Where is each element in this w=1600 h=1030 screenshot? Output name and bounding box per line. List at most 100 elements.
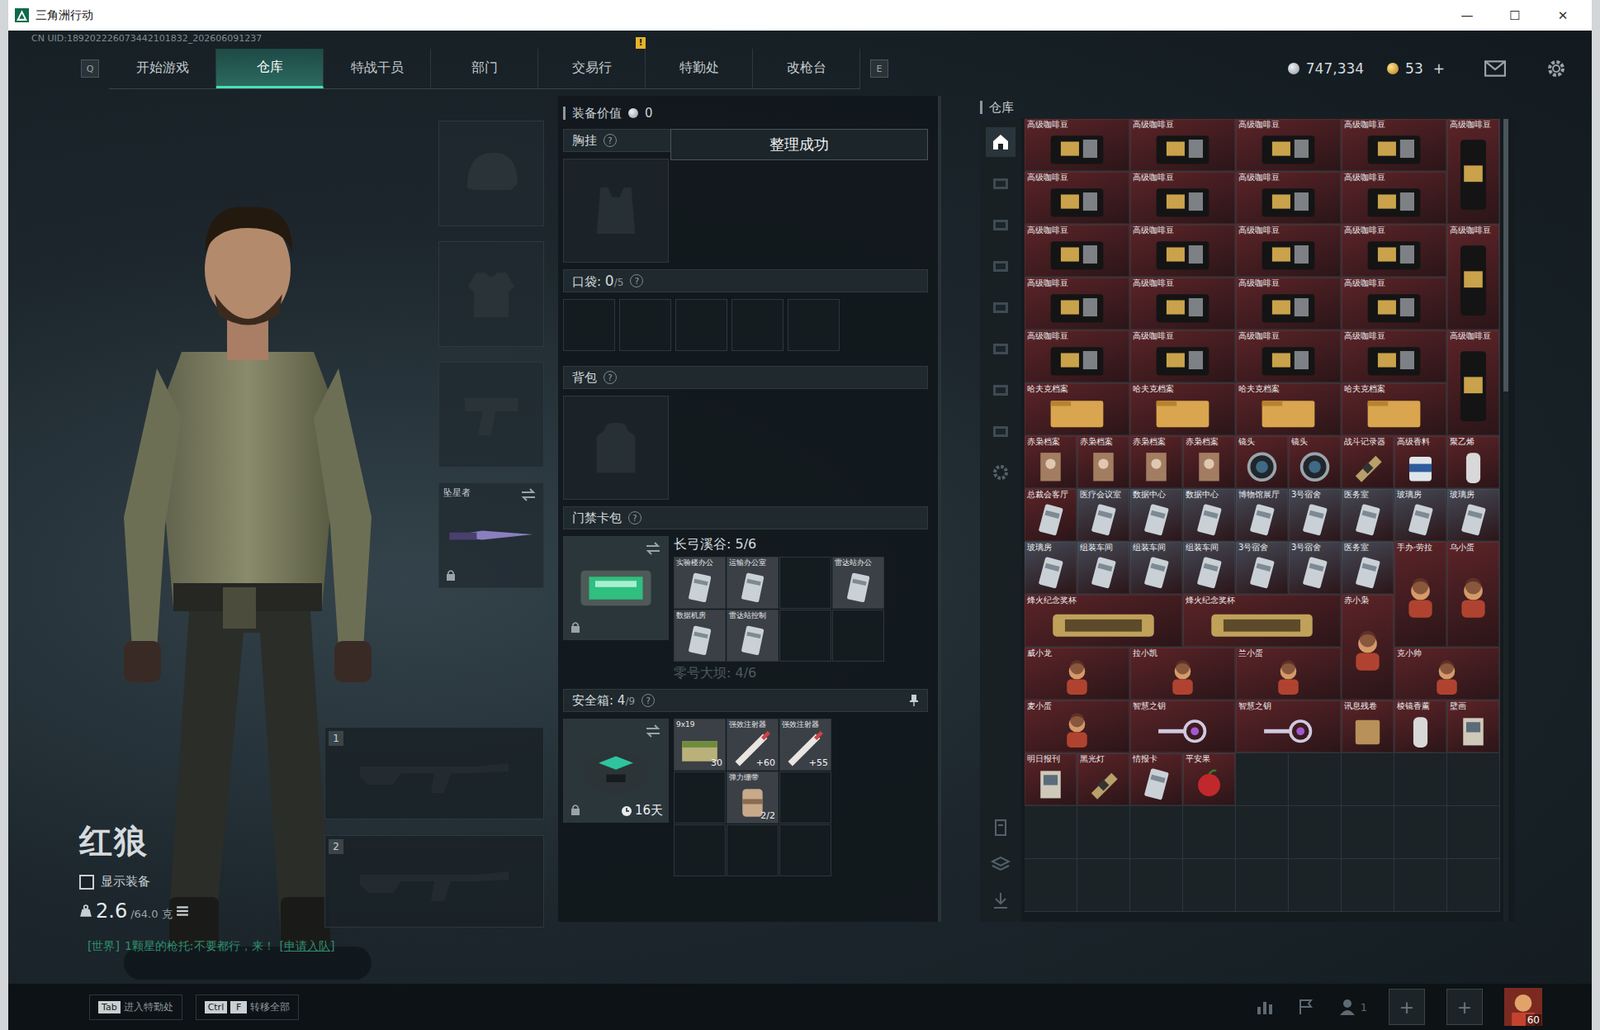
- melee-slot[interactable]: 坠星者: [438, 482, 545, 588]
- warehouse-item[interactable]: 赤枭档案: [1077, 435, 1130, 488]
- warehouse-item[interactable]: 手办·劳拉: [1394, 541, 1447, 647]
- warehouse-item[interactable]: 兰小蛋: [1235, 647, 1341, 700]
- armor-slot[interactable]: [438, 241, 545, 347]
- keycard-slot[interactable]: [779, 609, 832, 662]
- pocket-slot[interactable]: [731, 298, 784, 351]
- warehouse-tab[interactable]: [985, 127, 1016, 157]
- warehouse-item[interactable]: 3号宿舍: [1288, 541, 1341, 594]
- warehouse-item[interactable]: 玻璃房: [1447, 488, 1500, 541]
- warehouse-tab[interactable]: [985, 292, 1016, 322]
- warehouse-tab[interactable]: [985, 416, 1016, 446]
- helmet-slot[interactable]: [438, 120, 545, 227]
- warehouse-item[interactable]: 高级咖啡豆: [1024, 224, 1130, 277]
- warehouse-item[interactable]: 赤枭档案: [1130, 435, 1183, 488]
- layers-icon[interactable]: [990, 853, 1011, 874]
- list-icon[interactable]: [175, 904, 190, 918]
- warehouse-item[interactable]: 高级香料: [1394, 435, 1447, 488]
- safe-slot[interactable]: [779, 771, 832, 824]
- window-control-button[interactable]: ☐: [1491, 8, 1539, 24]
- window-control-button[interactable]: —: [1443, 8, 1492, 24]
- safe-slot[interactable]: [673, 823, 726, 876]
- gear-icon[interactable]: [1545, 58, 1567, 79]
- warehouse-item[interactable]: 高级咖啡豆: [1341, 118, 1447, 171]
- safe-item[interactable]: 强效注射器 +55: [779, 718, 832, 771]
- warehouse-item[interactable]: 高级咖啡豆: [1024, 118, 1130, 171]
- keycard-item[interactable]: 雷达站办公: [832, 556, 885, 609]
- warehouse-item[interactable]: 高级咖啡豆: [1130, 118, 1236, 171]
- invite-slot[interactable]: +: [1388, 988, 1425, 1025]
- pistol-slot[interactable]: [438, 361, 545, 468]
- warehouse-item[interactable]: 医务室: [1341, 488, 1394, 541]
- warehouse-item[interactable]: 3号宿舍: [1235, 541, 1288, 594]
- warehouse-item[interactable]: 聚乙烯: [1447, 435, 1500, 488]
- swap-icon[interactable]: [644, 724, 662, 738]
- nav-tab[interactable]: 开始游戏: [108, 48, 217, 89]
- warehouse-item[interactable]: 棱镜香薰: [1394, 700, 1447, 753]
- chest-rig-slot[interactable]: [563, 158, 669, 263]
- warehouse-item[interactable]: 高级咖啡豆: [1341, 224, 1447, 277]
- warehouse-item[interactable]: 哈夫克档案: [1341, 383, 1447, 436]
- warehouse-item[interactable]: 医务室: [1341, 541, 1394, 594]
- nav-tab[interactable]: 改枪台: [752, 48, 861, 89]
- squad-count[interactable]: 1: [1337, 996, 1368, 1017]
- warehouse-item[interactable]: 高级咖啡豆: [1235, 330, 1341, 383]
- help-button[interactable]: ?: [603, 370, 617, 384]
- warehouse-item[interactable]: 赤枭档案: [1183, 435, 1236, 488]
- nav-tab[interactable]: 特勤处 !: [645, 48, 753, 89]
- warehouse-item[interactable]: 组装车间: [1077, 541, 1130, 594]
- weapon-slot[interactable]: 1: [324, 726, 545, 819]
- warehouse-scrollbar[interactable]: [1503, 118, 1509, 922]
- warehouse-item[interactable]: 赤枭档案: [1024, 435, 1077, 488]
- pocket-slot[interactable]: [675, 298, 728, 351]
- keycard-holder-slot[interactable]: [563, 535, 669, 640]
- warehouse-item[interactable]: 高级咖啡豆: [1024, 330, 1130, 383]
- warehouse-item[interactable]: 组装车间: [1130, 541, 1183, 594]
- warehouse-item[interactable]: 高级咖啡豆: [1447, 224, 1500, 330]
- warehouse-tab[interactable]: [985, 168, 1016, 199]
- add-bond-button[interactable]: +: [1433, 60, 1445, 77]
- warehouse-item[interactable]: 智慧之钥: [1130, 700, 1236, 753]
- safe-item[interactable]: 强效注射器 +60: [726, 718, 779, 771]
- player-avatar[interactable]: 60: [1504, 987, 1543, 1026]
- warehouse-item[interactable]: 威小龙: [1024, 647, 1130, 700]
- world-chat-line[interactable]: [世界] 1颗星的枪托:不要都行，来！ [申请入队]: [8, 927, 554, 984]
- warehouse-item[interactable]: 玻璃房: [1024, 541, 1077, 594]
- invite-slot[interactable]: +: [1446, 988, 1483, 1025]
- help-button[interactable]: ?: [603, 133, 617, 147]
- warehouse-item[interactable]: 高级咖啡豆: [1130, 171, 1236, 224]
- warehouse-item[interactable]: 高级咖啡豆: [1024, 277, 1130, 330]
- pocket-slot[interactable]: [619, 298, 672, 351]
- next-tab-key[interactable]: E: [870, 59, 889, 78]
- weapon-slot[interactable]: 2: [324, 834, 545, 928]
- help-button[interactable]: ?: [641, 693, 655, 707]
- keycard-item[interactable]: 实验楼办公: [673, 556, 726, 609]
- help-button[interactable]: ?: [629, 274, 644, 288]
- mail-icon[interactable]: [1484, 58, 1506, 79]
- warehouse-item[interactable]: 烽火纪念奖杯: [1024, 594, 1183, 647]
- warehouse-item[interactable]: 克小帅: [1394, 647, 1500, 700]
- prev-tab-key[interactable]: Q: [80, 59, 100, 78]
- warehouse-item[interactable]: 镜头: [1235, 435, 1288, 488]
- show-equipment-toggle[interactable]: 显示装备: [79, 873, 190, 890]
- warehouse-tab[interactable]: [985, 209, 1016, 240]
- warehouse-item[interactable]: 组装车间: [1183, 541, 1236, 594]
- safe-slot[interactable]: [726, 823, 779, 876]
- warehouse-item[interactable]: 哈夫克档案: [1130, 383, 1236, 436]
- warehouse-item[interactable]: 拉小凯: [1130, 647, 1236, 700]
- warehouse-item[interactable]: 哈夫克档案: [1235, 383, 1341, 436]
- flag-icon[interactable]: [1296, 996, 1316, 1017]
- nav-tab[interactable]: 特战干员: [323, 48, 431, 89]
- warehouse-item[interactable]: 医疗会议室: [1077, 488, 1130, 541]
- safe-item[interactable]: 9x19 30: [673, 718, 726, 771]
- warehouse-item[interactable]: 高级咖啡豆: [1341, 171, 1447, 224]
- warehouse-item[interactable]: 高级咖啡豆: [1447, 118, 1500, 224]
- keycard-item[interactable]: 数据机房: [673, 609, 726, 662]
- warehouse-item[interactable]: 情报卡: [1130, 752, 1183, 805]
- warehouse-item[interactable]: 高级咖啡豆: [1235, 171, 1341, 224]
- keycard-item[interactable]: 雷达站控制: [726, 609, 779, 662]
- warehouse-item[interactable]: 高级咖啡豆: [1341, 277, 1447, 330]
- warehouse-tab[interactable]: [985, 333, 1016, 364]
- warehouse-item[interactable]: 烽火纪念奖杯: [1183, 594, 1341, 647]
- keycard-slot[interactable]: [779, 556, 832, 609]
- safe-slot[interactable]: [673, 771, 726, 824]
